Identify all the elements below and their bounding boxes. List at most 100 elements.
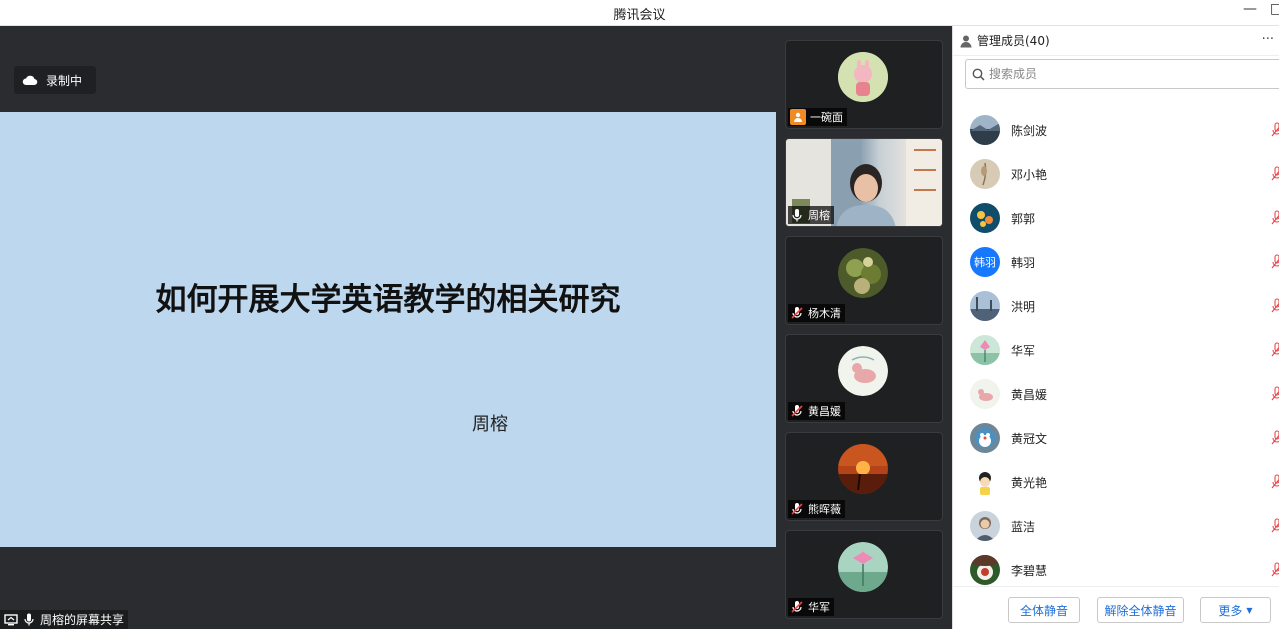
member-row[interactable]: 邓小艳 bbox=[953, 152, 1279, 196]
shared-slide: 如何开展大学英语教学的相关研究 周榕 bbox=[0, 112, 776, 547]
participant-avatar bbox=[838, 248, 888, 298]
participant-name-tag: 华军 bbox=[788, 598, 834, 616]
mic-muted-icon[interactable] bbox=[1271, 210, 1279, 226]
participant-name-tag: 杨木清 bbox=[788, 304, 845, 322]
member-name: 蓝洁 bbox=[1011, 520, 1036, 534]
participant-name: 周榕 bbox=[808, 209, 830, 222]
member-name: 洪明 bbox=[1011, 300, 1036, 314]
member-name: 黄昌媛 bbox=[1011, 388, 1048, 402]
main-stage: 录制中 如何开展大学英语教学的相关研究 周榕 周榕的屏幕共享 bbox=[0, 26, 776, 629]
participant-tile[interactable]: 一碗面 bbox=[785, 40, 943, 129]
slide-title: 如何开展大学英语教学的相关研究 bbox=[155, 282, 621, 318]
member-avatar bbox=[970, 159, 1000, 189]
member-avatar bbox=[970, 291, 1000, 321]
caret-down-icon: ▼ bbox=[1246, 605, 1253, 615]
member-avatar bbox=[970, 511, 1000, 541]
window-title: 腾讯会议 bbox=[613, 8, 666, 23]
mic-muted-icon[interactable] bbox=[1271, 254, 1279, 270]
participant-name: 杨木清 bbox=[808, 307, 841, 320]
participant-tile[interactable]: 杨木清 bbox=[785, 236, 943, 325]
mic-muted-icon[interactable] bbox=[1271, 342, 1279, 358]
person-icon bbox=[960, 35, 972, 47]
member-panel-header: 管理成员(40) ··· bbox=[953, 26, 1279, 56]
more-options-icon[interactable]: ··· bbox=[1262, 32, 1274, 47]
member-name: 韩羽 bbox=[1011, 256, 1036, 270]
member-avatar: 韩羽 bbox=[970, 247, 1000, 277]
participant-name: 一碗面 bbox=[810, 111, 843, 124]
mute-all-button[interactable]: 全体静音 bbox=[1008, 597, 1080, 623]
unmute-all-button[interactable]: 解除全体静音 bbox=[1097, 597, 1184, 623]
member-row[interactable]: 蓝洁 bbox=[953, 504, 1279, 548]
member-row[interactable]: 黄冠文 bbox=[953, 416, 1279, 460]
mic-muted-icon bbox=[791, 405, 803, 417]
member-name: 郭郭 bbox=[1011, 212, 1036, 226]
screen-share-label: 周榕的屏幕共享 bbox=[40, 613, 125, 627]
member-avatar-text: 韩羽 bbox=[974, 256, 996, 269]
mic-muted-icon[interactable] bbox=[1271, 166, 1279, 182]
member-avatar bbox=[970, 423, 1000, 453]
participant-name: 熊晖薇 bbox=[808, 503, 841, 516]
member-panel: 管理成员(40) ··· 陈剑波 邓小艳 郭郭 韩羽 韩羽 洪明 bbox=[952, 26, 1279, 629]
participant-avatar bbox=[838, 52, 888, 102]
participant-avatar bbox=[838, 542, 888, 592]
member-panel-footer: 全体静音 解除全体静音 更多 ▼ bbox=[953, 586, 1279, 629]
mic-muted-icon bbox=[791, 503, 803, 515]
slide-author: 周榕 bbox=[472, 414, 508, 435]
participant-avatar bbox=[838, 346, 888, 396]
minimize-button[interactable]: — bbox=[1243, 1, 1257, 17]
member-row[interactable]: 李碧慧 bbox=[953, 548, 1279, 586]
mic-icon bbox=[792, 209, 802, 222]
user-icon bbox=[790, 109, 806, 125]
mic-muted-icon[interactable] bbox=[1271, 122, 1279, 138]
member-avatar bbox=[970, 115, 1000, 145]
mic-icon bbox=[24, 613, 34, 626]
member-avatar bbox=[970, 335, 1000, 365]
recording-label: 录制中 bbox=[46, 73, 83, 88]
member-row[interactable]: 黄光艳 bbox=[953, 460, 1279, 504]
mic-muted-icon[interactable] bbox=[1271, 298, 1279, 314]
member-name: 陈剑波 bbox=[1011, 124, 1048, 138]
mic-muted-icon[interactable] bbox=[1271, 562, 1279, 578]
participant-tile[interactable]: 黄昌媛 bbox=[785, 334, 943, 423]
more-button-label: 更多 bbox=[1218, 603, 1243, 618]
restore-button[interactable]: □ bbox=[1270, 1, 1279, 17]
participant-tile[interactable]: 熊晖薇 bbox=[785, 432, 943, 521]
member-list: 陈剑波 邓小艳 郭郭 韩羽 韩羽 洪明 华军 黄昌媛 黄冠文 黄光艳 蓝洁 李碧… bbox=[953, 108, 1279, 586]
member-avatar bbox=[970, 467, 1000, 497]
participant-video-tile[interactable]: 周榕 bbox=[785, 138, 943, 227]
screen-share-tag: 周榕的屏幕共享 bbox=[0, 610, 129, 629]
participant-name-tag: 黄昌媛 bbox=[788, 402, 845, 420]
participant-tile[interactable]: 华军 bbox=[785, 530, 943, 619]
member-search-input[interactable] bbox=[989, 67, 1269, 81]
recording-badge[interactable]: 录制中 bbox=[14, 66, 96, 94]
member-row[interactable]: 韩羽 韩羽 bbox=[953, 240, 1279, 284]
participant-name-tag: 熊晖薇 bbox=[788, 500, 845, 518]
mic-muted-icon[interactable] bbox=[1271, 474, 1279, 490]
video-gallery: 一碗面 周榕 杨木清 黄昌媛 熊晖薇 华军 bbox=[776, 26, 952, 629]
member-avatar bbox=[970, 555, 1000, 585]
member-count-title: 管理成员(40) bbox=[977, 34, 1050, 48]
member-name: 李碧慧 bbox=[1011, 564, 1048, 578]
cloud-icon bbox=[22, 75, 38, 86]
participant-avatar bbox=[838, 444, 888, 494]
member-name: 邓小艳 bbox=[1011, 168, 1048, 182]
member-row[interactable]: 华军 bbox=[953, 328, 1279, 372]
member-row[interactable]: 黄昌媛 bbox=[953, 372, 1279, 416]
member-row[interactable]: 陈剑波 bbox=[953, 108, 1279, 152]
member-search[interactable] bbox=[965, 59, 1279, 89]
member-name: 华军 bbox=[1011, 344, 1036, 358]
mic-muted-icon[interactable] bbox=[1271, 430, 1279, 446]
participant-name: 华军 bbox=[808, 601, 830, 614]
mic-muted-icon[interactable] bbox=[1271, 386, 1279, 402]
member-row[interactable]: 洪明 bbox=[953, 284, 1279, 328]
mic-muted-icon bbox=[791, 307, 803, 319]
member-avatar bbox=[970, 203, 1000, 233]
mic-muted-icon bbox=[791, 601, 803, 613]
participant-name-tag: 一碗面 bbox=[788, 108, 847, 126]
member-row[interactable]: 郭郭 bbox=[953, 196, 1279, 240]
member-name: 黄冠文 bbox=[1011, 432, 1048, 446]
member-name: 黄光艳 bbox=[1011, 476, 1048, 490]
participant-name: 黄昌媛 bbox=[808, 405, 841, 418]
more-button[interactable]: 更多 ▼ bbox=[1200, 597, 1271, 623]
mic-muted-icon[interactable] bbox=[1271, 518, 1279, 534]
